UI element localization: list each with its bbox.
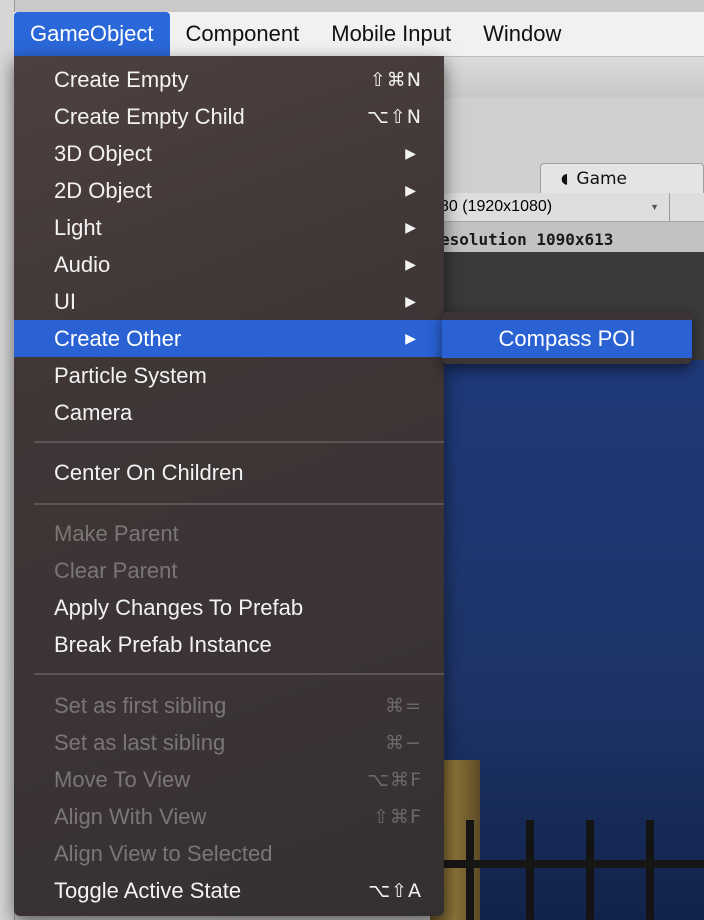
menu-item-set-last-sibling: Set as last sibling ⌘− bbox=[14, 724, 444, 761]
menu-item-label: Move To View bbox=[54, 766, 191, 792]
menu-item-label: Apply Changes To Prefab bbox=[54, 594, 304, 620]
gameobject-menu: Create Empty ⇧⌘N Create Empty Child ⌥⇧N … bbox=[14, 56, 444, 916]
menu-item-label: Create Other bbox=[54, 325, 182, 351]
menu-item-create-empty[interactable]: Create Empty ⇧⌘N bbox=[14, 61, 444, 98]
menu-bar: GameObject Component Mobile Input Window bbox=[14, 12, 704, 57]
menu-item-align-with-view: Align With View ⇧⌘F bbox=[14, 798, 444, 835]
scene-fence-rail bbox=[430, 860, 704, 868]
shortcut-label: ⌘= bbox=[385, 694, 422, 717]
menu-item-label: Align With View bbox=[54, 803, 207, 829]
menu-item-create-other[interactable]: Create Other ▶ bbox=[14, 320, 444, 357]
menu-separator bbox=[34, 503, 444, 505]
submenu-arrow-icon: ▶ bbox=[405, 219, 416, 235]
resolution-dropdown-value: 80 (1920x1080) bbox=[440, 198, 553, 215]
menu-item-label: Align View to Selected bbox=[54, 840, 273, 866]
shortcut-label: ⌥⌘F bbox=[367, 768, 422, 791]
menu-item-create-empty-child[interactable]: Create Empty Child ⌥⇧N bbox=[14, 98, 444, 135]
tab-game-label: Game bbox=[576, 168, 628, 189]
left-panel-edge bbox=[0, 0, 15, 920]
submenu-arrow-icon: ▶ bbox=[405, 330, 416, 346]
menu-item-center-on-children[interactable]: Center On Children bbox=[14, 454, 444, 491]
resolution-dropdown[interactable]: 80 (1920x1080) ▼ bbox=[430, 193, 670, 221]
menu-item-label: Create Empty bbox=[54, 66, 189, 92]
tab-game[interactable]: ◖ Game bbox=[540, 163, 704, 193]
menu-item-label: Particle System bbox=[54, 362, 207, 388]
menubar-mobile-input[interactable]: Mobile Input bbox=[315, 12, 467, 56]
menu-item-label: 2D Object bbox=[54, 177, 152, 203]
menu-item-audio[interactable]: Audio ▶ bbox=[14, 246, 444, 283]
menu-item-label: Set as first sibling bbox=[54, 692, 227, 718]
menu-item-label: Make Parent bbox=[54, 520, 179, 546]
menu-item-toggle-active-state[interactable]: Toggle Active State ⌥⇧A bbox=[14, 872, 444, 909]
menu-item-align-view-to-selected: Align View to Selected bbox=[14, 835, 444, 872]
menu-item-label: Light bbox=[54, 214, 102, 240]
menu-item-label: Audio bbox=[54, 251, 111, 277]
menubar-gameobject[interactable]: GameObject bbox=[14, 12, 170, 56]
shortcut-label: ⌥⇧N bbox=[366, 105, 422, 128]
menu-item-label: Break Prefab Instance bbox=[54, 631, 272, 657]
submenu-arrow-icon: ▶ bbox=[405, 293, 416, 309]
create-other-submenu: Compass POI bbox=[442, 312, 692, 364]
menu-item-label: Clear Parent bbox=[54, 557, 178, 583]
menubar-window[interactable]: Window bbox=[467, 12, 577, 56]
menu-item-particle-system[interactable]: Particle System bbox=[14, 357, 444, 394]
menu-item-label: Center On Children bbox=[54, 459, 244, 485]
resolution-stats: esolution 1090x613 bbox=[440, 230, 614, 249]
menu-separator bbox=[34, 441, 444, 443]
menu-item-light[interactable]: Light ▶ bbox=[14, 209, 444, 246]
menu-item-label: 3D Object bbox=[54, 140, 152, 166]
menu-item-break-prefab-instance[interactable]: Break Prefab Instance bbox=[14, 626, 444, 663]
menu-item-apply-changes-to-prefab[interactable]: Apply Changes To Prefab bbox=[14, 589, 444, 626]
submenu-arrow-icon: ▶ bbox=[405, 182, 416, 198]
menu-item-camera[interactable]: Camera bbox=[14, 394, 444, 431]
menu-item-2d-object[interactable]: 2D Object ▶ bbox=[14, 172, 444, 209]
submenu-item-compass-poi[interactable]: Compass POI bbox=[442, 320, 692, 358]
menu-item-make-parent: Make Parent bbox=[14, 515, 444, 552]
menubar-component[interactable]: Component bbox=[170, 12, 316, 56]
scene-fence bbox=[430, 820, 704, 920]
menu-item-label: Set as last sibling bbox=[54, 729, 226, 755]
menu-item-ui[interactable]: UI ▶ bbox=[14, 283, 444, 320]
menu-item-label: Toggle Active State bbox=[54, 877, 242, 903]
menu-item-move-to-view: Move To View ⌥⌘F bbox=[14, 761, 444, 798]
menu-item-set-first-sibling: Set as first sibling ⌘= bbox=[14, 687, 444, 724]
menu-item-clear-parent: Clear Parent bbox=[14, 552, 444, 589]
shortcut-label: ⇧⌘N bbox=[369, 68, 422, 91]
shortcut-label: ⌥⇧A bbox=[368, 879, 422, 902]
editor-toolbar bbox=[430, 56, 704, 99]
menu-item-label: Camera bbox=[54, 399, 133, 425]
chevron-down-icon: ▼ bbox=[650, 202, 659, 212]
menu-item-3d-object[interactable]: 3D Object ▶ bbox=[14, 135, 444, 172]
menu-item-label: Create Empty Child bbox=[54, 103, 245, 129]
shortcut-label: ⌘− bbox=[385, 731, 422, 754]
menu-separator bbox=[34, 673, 444, 675]
submenu-arrow-icon: ▶ bbox=[405, 145, 416, 161]
submenu-arrow-icon: ▶ bbox=[405, 256, 416, 272]
shortcut-label: ⇧⌘F bbox=[373, 805, 422, 828]
pacman-icon: ◖ bbox=[561, 170, 569, 187]
menu-item-label: UI bbox=[54, 288, 76, 314]
